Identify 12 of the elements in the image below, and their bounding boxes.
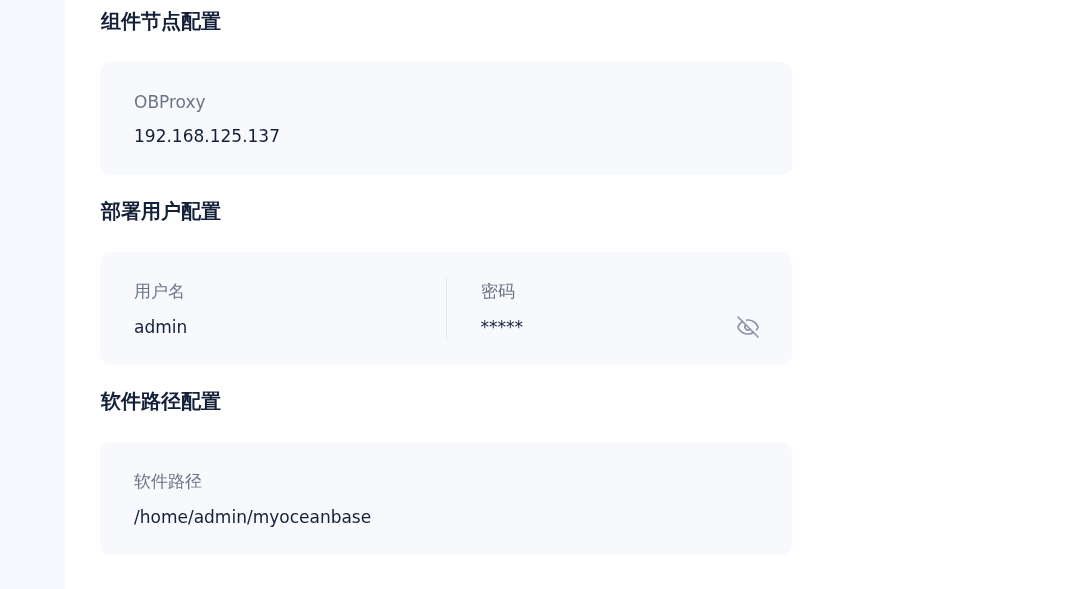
field-value: admin (134, 317, 188, 337)
section-title: 软件路径配置 (101, 388, 222, 415)
field-value: ***** (480, 317, 523, 337)
section-title: 部署用户配置 (101, 198, 222, 225)
section-title: 组件节点配置 (101, 8, 222, 35)
field-label: 软件路径 (134, 470, 202, 493)
field-value: /home/admin/myoceanbase (134, 507, 372, 527)
field-label: 用户名 (134, 280, 185, 303)
hide-password-icon[interactable] (736, 314, 760, 339)
field-label: OBProxy (134, 91, 206, 112)
field-label: 密码 (480, 280, 515, 303)
field-value: 192.168.125.137 (134, 125, 280, 146)
